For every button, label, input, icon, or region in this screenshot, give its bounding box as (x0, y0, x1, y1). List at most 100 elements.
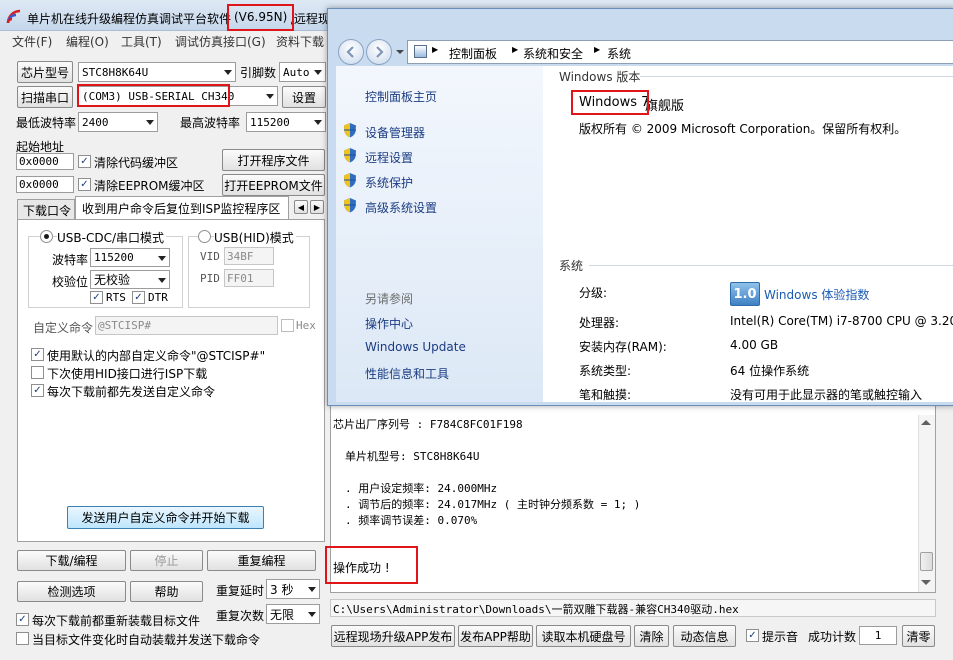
chip-model-button[interactable]: 芯片型号 (17, 61, 73, 83)
stop-button[interactable]: 停止 (130, 550, 203, 571)
eeprom-address-input[interactable]: 0x0000 (16, 176, 74, 193)
send-before-checkbox[interactable]: ✓ (31, 384, 44, 397)
usb-hid-radio[interactable] (198, 230, 211, 243)
chip-model-select[interactable]: STC8H8K64U (78, 62, 236, 82)
processor-value: Intel(R) Core(TM) i7-8700 CPU @ 3.20G (730, 314, 953, 328)
chevron-down-icon (308, 587, 316, 592)
device-manager-link[interactable]: 设备管理器 (365, 124, 425, 141)
windows-version-highlight (571, 90, 649, 115)
action-center-link[interactable]: 操作中心 (365, 315, 413, 332)
performance-tools-link[interactable]: 性能信息和工具 (365, 365, 449, 382)
panel-baud-label: 波特率 (52, 253, 89, 267)
min-baud-value: 2400 (82, 115, 109, 129)
clear-code-label: 清除代码缓冲区 (94, 156, 179, 170)
rts-label: RTS (106, 291, 126, 304)
arrow-right-icon (376, 46, 384, 58)
experience-index-badge: 1.0 (730, 282, 760, 306)
chevron-down-icon (224, 70, 232, 75)
log-scrollbar-thumb[interactable] (920, 552, 933, 571)
clear-eeprom-checkbox[interactable]: ✓ (78, 178, 91, 191)
open-eeprom-button[interactable]: 打开EEPROM文件 (222, 174, 325, 196)
menu-program[interactable]: 编程(O) (66, 33, 109, 50)
rating-score: 1.0 (733, 286, 757, 302)
custom-command-label: 自定义命令 (33, 321, 94, 335)
clear-count-button[interactable]: 清零 (902, 625, 935, 647)
send-before-label: 每次下载前都先发送自定义命令 (47, 385, 216, 399)
reload-checkbox[interactable]: ✓ (16, 613, 29, 626)
copyright-text: 版权所有 © 2009 Microsoft Corporation。保留所有权利… (579, 122, 907, 136)
repeat-count-select[interactable]: 无限 (266, 604, 320, 624)
pid-input[interactable]: FF01 (224, 269, 274, 287)
repeat-program-button[interactable]: 重复编程 (207, 550, 316, 571)
min-baud-label: 最低波特率 (16, 116, 77, 130)
chevron-down-icon (158, 277, 166, 283)
shield-icon (344, 198, 356, 213)
breadcrumb-system[interactable]: 系统 (607, 45, 631, 62)
max-baud-select[interactable]: 115200 (246, 112, 326, 132)
vid-input[interactable]: 34BF (224, 247, 274, 265)
success-count-field: 1 (859, 626, 897, 645)
auto-send-checkbox[interactable] (16, 632, 29, 645)
breadcrumb-security[interactable]: 系统和安全 (523, 45, 583, 62)
clear-eeprom-label: 清除EEPROM缓冲区 (94, 179, 205, 193)
scroll-down-icon[interactable] (921, 580, 931, 585)
log-model: 单片机型号: STC8H8K64U (345, 450, 480, 463)
panel-baud-value: 115200 (94, 251, 134, 264)
breadcrumb-control-panel[interactable]: 控制面板 (449, 45, 497, 62)
chip-model-value: STC8H8K64U (82, 65, 149, 79)
menu-debug[interactable]: 调试仿真接口(G) (175, 33, 266, 50)
animation-info-button[interactable]: 动态信息 (673, 625, 736, 647)
parity-select[interactable]: 无校验 (90, 270, 170, 289)
code-address-input[interactable]: 0x0000 (16, 153, 74, 170)
repeat-delay-label: 重复延时 (216, 584, 265, 598)
publish-help-button[interactable]: 发布APP帮助 (458, 625, 533, 647)
hex-label: Hex (296, 319, 316, 332)
windows-update-link[interactable]: Windows Update (365, 340, 466, 354)
nav-history-dropdown[interactable] (396, 50, 404, 54)
ram-key: 安装内存(RAM): (579, 340, 667, 354)
min-baud-select[interactable]: 2400 (78, 112, 158, 132)
panel-baud-select[interactable]: 115200 (90, 248, 170, 267)
chevron-down-icon (314, 120, 322, 125)
edition-header: Windows 版本 (559, 70, 641, 84)
success-highlight (325, 546, 418, 584)
menu-tools[interactable]: 工具(T) (121, 33, 162, 50)
default-command-checkbox[interactable]: ✓ (31, 348, 44, 361)
log-freq-set: . 用户设定频率: 24.000MHz (345, 482, 498, 495)
custom-command-input[interactable]: @STCISP# (95, 316, 278, 335)
beep-checkbox[interactable]: ✓ (746, 629, 759, 642)
port-settings-button[interactable]: 设置 (282, 86, 326, 108)
remote-upgrade-button[interactable]: 远程现场升级APP发布 (331, 625, 455, 647)
advanced-settings-link[interactable]: 高级系统设置 (365, 199, 437, 216)
repeat-delay-select[interactable]: 3 秒 (266, 579, 320, 599)
tab-scroll-right-button[interactable]: ▶ (310, 200, 324, 214)
rts-checkbox[interactable]: ✓ (90, 291, 103, 304)
clear-log-button[interactable]: 清除 (634, 625, 669, 647)
see-also-label: 另请参阅 (365, 292, 414, 306)
download-program-button[interactable]: 下载/编程 (17, 550, 126, 571)
usb-cdc-radio[interactable] (40, 230, 53, 243)
help-button[interactable]: 帮助 (130, 581, 203, 602)
tab-scroll-left-button[interactable]: ◀ (294, 200, 308, 214)
scan-port-button[interactable]: 扫描串口 (17, 86, 73, 108)
system-protection-link[interactable]: 系统保护 (365, 174, 413, 191)
hid-next-checkbox[interactable] (31, 366, 44, 379)
clear-code-checkbox[interactable]: ✓ (78, 155, 91, 168)
dtr-label: DTR (148, 291, 168, 304)
scroll-up-icon[interactable] (921, 420, 931, 425)
pin-select[interactable]: Auto (279, 62, 326, 82)
open-program-button[interactable]: 打开程序文件 (222, 149, 325, 171)
beep-label: 提示音 (762, 630, 799, 644)
read-disk-serial-button[interactable]: 读取本机硬盘号 (536, 625, 631, 647)
remote-settings-link[interactable]: 远程设置 (365, 149, 413, 166)
experience-index-link[interactable]: Windows 体验指数 (764, 286, 869, 303)
pen-touch-key: 笔和触摸: (579, 388, 632, 402)
dtr-checkbox[interactable]: ✓ (132, 291, 145, 304)
pen-touch-value: 没有可用于此显示器的笔或触控输入 (730, 388, 923, 402)
menu-file[interactable]: 文件(F) (12, 33, 52, 50)
detect-options-button[interactable]: 检测选项 (17, 581, 126, 602)
send-custom-command-button[interactable]: 发送用户自定义命令并开始下载 (67, 506, 264, 529)
menu-downloads[interactable]: 资料下载 (276, 33, 324, 50)
control-panel-home-link[interactable]: 控制面板主页 (365, 88, 437, 105)
hex-checkbox[interactable] (281, 319, 294, 332)
